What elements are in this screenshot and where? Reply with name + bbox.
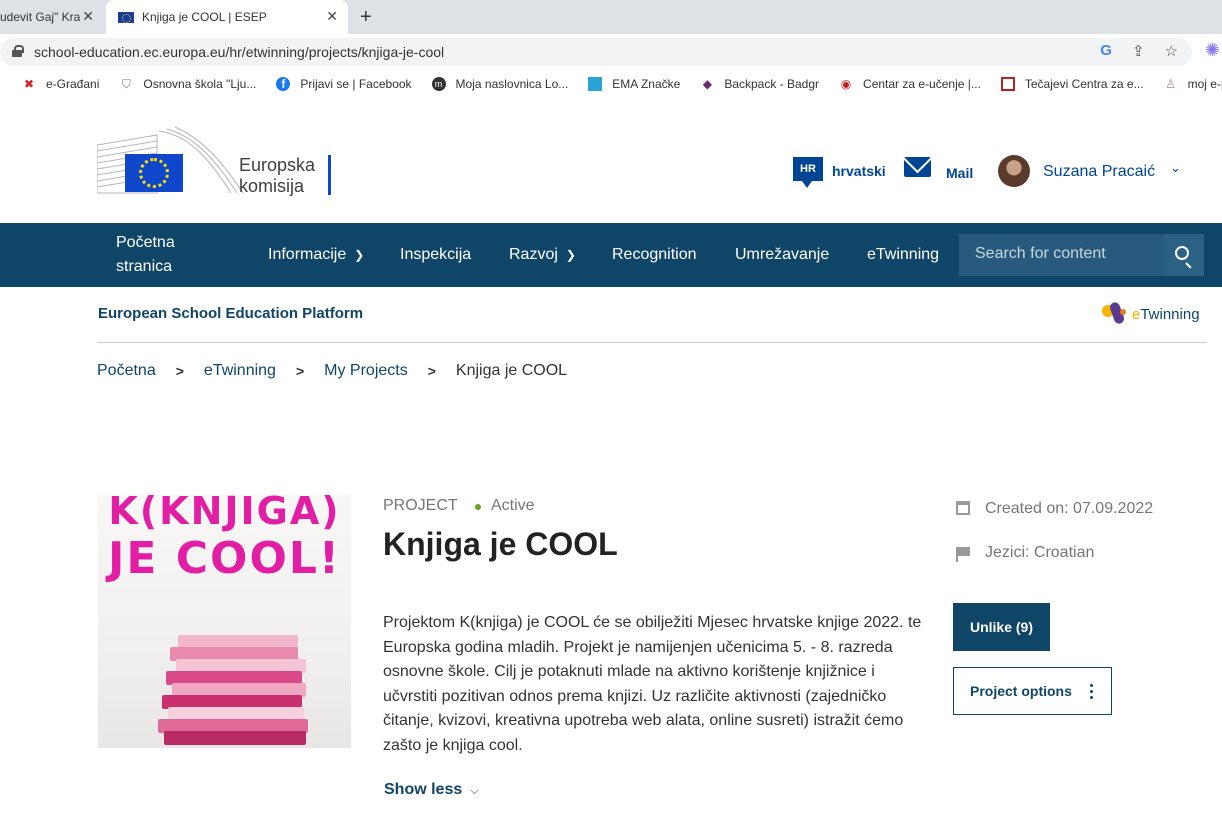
nav-item-etwinning[interactable]: eTwinning	[867, 223, 939, 287]
browser-tab[interactable]: udevit Gaj" Krap ✕	[0, 0, 104, 34]
share-icon[interactable]: ⇪	[1132, 42, 1145, 60]
eu-flag-favicon-icon	[118, 11, 134, 23]
chevron-down-icon: ❯	[565, 248, 576, 262]
portfolio-icon: ♙	[1165, 77, 1176, 91]
chevron-down-icon: ❯	[354, 248, 365, 262]
browser-tab-active[interactable]: Knjiga je COOL | ESEP ✕	[106, 0, 348, 34]
calendar-icon	[956, 501, 970, 515]
chevron-right-icon: >	[427, 363, 436, 379]
language-selector[interactable]: hrvatski	[832, 163, 886, 179]
chevron-down-icon[interactable]: ⌄	[1170, 160, 1181, 176]
bookmark-item[interactable]: ✖ e-Građani	[22, 77, 99, 91]
project-languages: Jezici: Croatian	[985, 544, 1095, 561]
bookmark-label: Moja naslovnica Lo...	[455, 77, 569, 91]
bookmark-item[interactable]: ♙ moj e-portfolio	[1164, 77, 1222, 91]
bookmark-label: Prijavi se | Facebook	[300, 77, 412, 91]
bookmarks-bar: ✖ e-Građani ⛉ Osnovna škola "Lju... f Pr…	[0, 70, 1222, 98]
bookmark-label: e-Građani	[46, 77, 100, 91]
search-button[interactable]	[1164, 234, 1204, 276]
project-description: Projektom K(knjiga) je COOL će se obilje…	[383, 614, 922, 754]
nav-item-razvoj[interactable]: Razvoj ❯	[509, 223, 576, 287]
etwinning-mark-icon	[1100, 299, 1130, 329]
created-date: Created on: 07.09.2022	[985, 500, 1154, 517]
bookmark-star-icon[interactable]: ☆	[1165, 42, 1178, 60]
address-bar[interactable]: school-education.ec.europa.eu/hr/etwinni…	[0, 38, 1192, 66]
breadcrumb: Početna > eTwinning > My Projects > Knji…	[97, 362, 567, 380]
avatar[interactable]	[998, 155, 1030, 187]
bookmark-label: Osnovna škola "Lju...	[143, 77, 257, 91]
status-dot-icon	[475, 504, 481, 510]
url-text[interactable]: school-education.ec.europa.eu/hr/etwinni…	[34, 44, 444, 60]
bookmark-item[interactable]: m Moja naslovnica Lo...	[431, 77, 569, 91]
show-less-toggle[interactable]: Show less ⌵	[384, 781, 479, 799]
bookmark-item[interactable]: ⛉ Osnovna škola "Lju...	[119, 76, 257, 92]
status-badge: Active	[491, 497, 535, 514]
shield-icon: ⛉	[121, 76, 131, 91]
european-commission-logo[interactable]: Europska komisija	[97, 125, 337, 196]
bookmark-item[interactable]: ◆ Backpack - Badgr	[700, 77, 819, 91]
bookmark-item[interactable]: Tečajevi Centra za e...	[1000, 77, 1144, 91]
new-tab-button[interactable]: +	[360, 6, 372, 29]
etwinning-logo[interactable]: e Twinning	[1100, 299, 1200, 329]
nav-item-informacije[interactable]: Informacije ❯	[268, 223, 364, 287]
language-badge[interactable]: HR	[793, 157, 823, 188]
extension-icon[interactable]: ✺	[1205, 40, 1220, 61]
nav-item-recognition[interactable]: Recognition	[612, 223, 697, 287]
breadcrumb-item[interactable]: Početna	[97, 362, 156, 380]
close-tab-icon[interactable]: ✕	[82, 8, 94, 25]
bookmark-item[interactable]: f Prijavi se | Facebook	[276, 77, 412, 91]
more-vertical-icon	[1090, 684, 1093, 700]
carnet-courses-icon	[1000, 77, 1015, 91]
croatian-coat-icon: ✖	[23, 77, 35, 91]
divider	[97, 342, 1207, 343]
search-icon	[1175, 246, 1189, 260]
unlike-button[interactable]: Unlike (9)	[953, 603, 1050, 651]
project-type-label: PROJECT	[383, 497, 458, 514]
backpack-icon: ◆	[702, 77, 712, 91]
project-cover-image: K(KNJIGA) JE COOL!	[98, 495, 351, 748]
project-options-button[interactable]: Project options	[953, 667, 1112, 715]
platform-title[interactable]: European School Education Platform	[98, 305, 363, 322]
eu-flag-icon	[125, 154, 183, 192]
chevron-right-icon: >	[175, 363, 184, 379]
browser-tabbar: udevit Gaj" Krap ✕ Knjiga je COOL | ESEP…	[0, 0, 1222, 34]
logo-bar	[328, 155, 331, 195]
chevron-down-icon: ⌵	[470, 785, 479, 797]
bookmark-label: Backpack - Badgr	[724, 77, 820, 91]
breadcrumb-current: Knjiga je COOL	[455, 362, 568, 379]
close-tab-icon[interactable]: ✕	[326, 8, 338, 25]
nav-item-inspekcija[interactable]: Inspekcija	[400, 223, 471, 287]
lock-icon[interactable]	[12, 45, 24, 57]
google-translate-icon[interactable]: G	[1100, 42, 1112, 60]
chevron-right-icon: >	[295, 363, 305, 379]
facebook-icon: f	[276, 77, 291, 91]
bookmark-label: moj e-portfolio	[1187, 77, 1222, 91]
ema-icon	[588, 77, 603, 91]
tab-title: Knjiga je COOL | ESEP	[142, 10, 267, 24]
search-input[interactable]: Search for content	[959, 234, 1165, 276]
address-row: school-education.ec.europa.eu/hr/etwinni…	[0, 34, 1222, 70]
breadcrumb-item[interactable]: eTwinning	[204, 362, 276, 380]
mail-link[interactable]: Mail	[946, 165, 973, 181]
bookmark-label: Tečajevi Centra za e...	[1024, 77, 1144, 91]
bookmark-item[interactable]: ◉ Centar za e-učenje |...	[839, 77, 981, 91]
bookmark-item[interactable]: EMA Značke	[588, 77, 680, 91]
user-name[interactable]: Suzana Pracaić	[1043, 163, 1155, 181]
nav-item-umrezavanje[interactable]: Umrežavanje	[735, 223, 829, 287]
logo-text: Europska komisija	[239, 155, 316, 196]
tab-title: udevit Gaj" Krap	[0, 10, 80, 24]
page-title: Knjiga je COOL	[383, 526, 618, 562]
bookmark-label: Centar za e-učenje |...	[863, 77, 981, 91]
nav-item-home[interactable]: Početna stranica	[116, 223, 206, 287]
mail-icon[interactable]	[904, 157, 931, 177]
flag-icon	[956, 547, 970, 562]
carnet-icon: ◉	[840, 77, 852, 91]
main-nav: Početna stranica Informacije ❯ Inspekcija…	[0, 223, 1222, 287]
bookmark-label: EMA Značke	[612, 77, 681, 91]
moodle-icon: m	[431, 77, 446, 91]
breadcrumb-item[interactable]: My Projects	[324, 362, 408, 380]
